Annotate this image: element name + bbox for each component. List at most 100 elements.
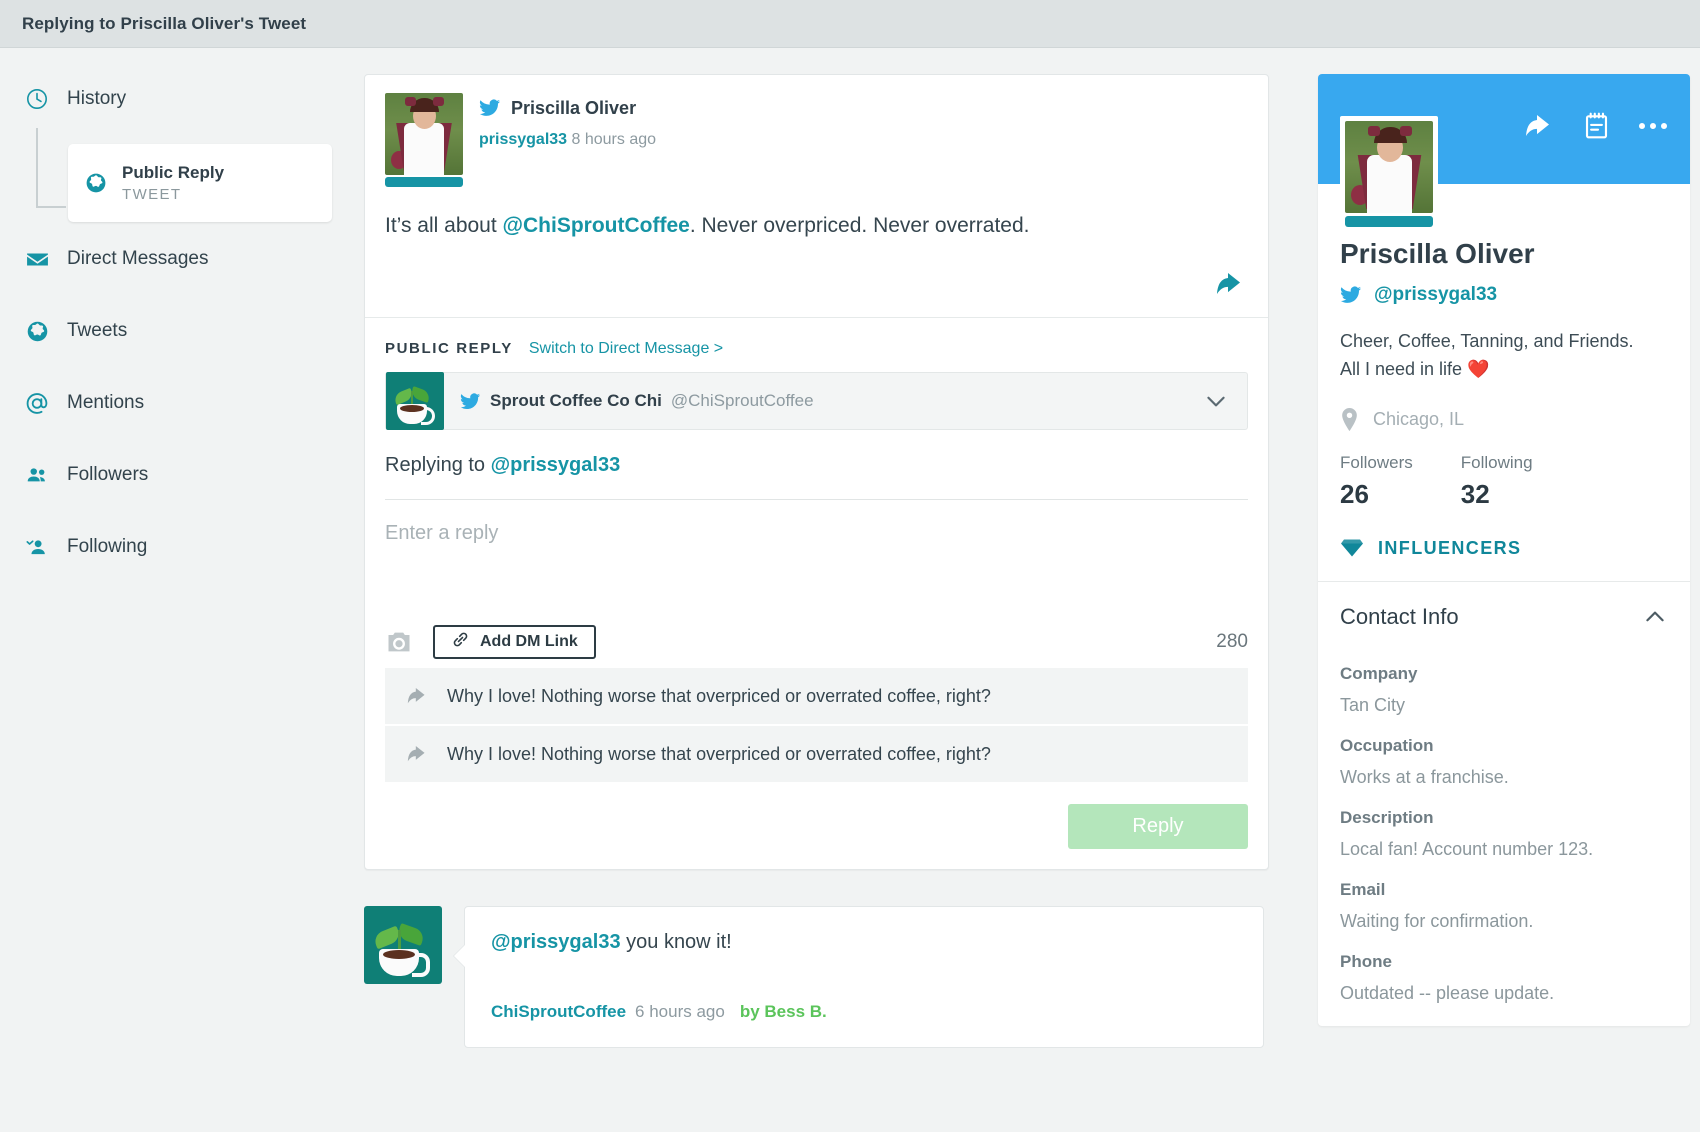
- contact-field: Phone Outdated -- please update.: [1340, 952, 1668, 1004]
- message-handle[interactable]: ChiSproutCoffee: [491, 1002, 626, 1022]
- reply-arrow-icon[interactable]: [1525, 112, 1555, 140]
- main-column: Priscilla Oliver prissygal33 8 hours ago…: [364, 48, 1318, 1132]
- profile-banner: [1318, 74, 1690, 227]
- user-check-icon: [24, 534, 50, 560]
- profile-panel: Priscilla Oliver @prissygal33 Cheer, Cof…: [1318, 48, 1700, 1132]
- profile-handle: @ChiSproutCoffee: [670, 391, 814, 411]
- contact-field-value: Outdated -- please update.: [1340, 982, 1555, 1003]
- history-children: Public Reply TWEET: [0, 126, 364, 236]
- globe-icon: [84, 171, 108, 195]
- sidebar-item-history[interactable]: History: [0, 76, 364, 122]
- tweet-meta: prissygal33 8 hours ago: [479, 131, 656, 149]
- contact-field: Description Local fan! Account number 12…: [1340, 808, 1668, 860]
- clock-icon: [24, 86, 50, 112]
- notes-icon[interactable]: [1583, 112, 1610, 140]
- profile-avatar[interactable]: [1340, 116, 1438, 227]
- following-label: Following: [1460, 452, 1533, 472]
- sidebar-item-following[interactable]: Following: [0, 524, 364, 570]
- reply-composer: PUBLIC REPLY Switch to Direct Message >: [365, 318, 1268, 869]
- reply-input[interactable]: Enter a reply: [385, 500, 1248, 618]
- avatar-photo: [385, 93, 463, 175]
- chevron-up-icon[interactable]: [1642, 604, 1668, 630]
- sending-profile-name: Sprout Coffee Co Chi @ChiSproutCoffee: [460, 391, 814, 412]
- followers-stat[interactable]: Followers 26: [1340, 453, 1413, 510]
- sidebar-item-public-reply[interactable]: Public Reply TWEET: [68, 144, 332, 222]
- contact-field-value: Local fan! Account number 123.: [1340, 838, 1594, 859]
- message-bubble: @prissygal33 you know it! ChiSproutCoffe…: [464, 906, 1264, 1049]
- tweet-mention-link[interactable]: @ChiSproutCoffee: [503, 214, 690, 237]
- network-bar: [1345, 216, 1433, 227]
- influencers-tag[interactable]: INFLUENCERS: [1340, 538, 1668, 559]
- profile-actions: [1525, 112, 1668, 140]
- composer-footer: Reply: [385, 782, 1248, 850]
- replying-to-prefix: Replying to: [385, 454, 491, 477]
- contact-field-label: Company: [1340, 663, 1418, 683]
- profile-bio-line-2: All I need in life ❤️: [1340, 358, 1490, 379]
- contact-info-header[interactable]: Contact Info: [1318, 582, 1690, 636]
- chevron-down-icon[interactable]: [1203, 388, 1229, 414]
- tweet-identity: Priscilla Oliver prissygal33 8 hours ago: [479, 93, 656, 187]
- tree-elbow: [36, 128, 66, 208]
- tweet-timestamp: 8 hours ago: [571, 131, 657, 148]
- page-title: Replying to Priscilla Oliver's Tweet: [22, 13, 307, 33]
- profile-display-name: Sprout Coffee Co Chi: [490, 391, 662, 411]
- profile-name: Priscilla Oliver: [1340, 238, 1535, 269]
- sidebar-item-mentions[interactable]: Mentions: [0, 380, 364, 426]
- reply-arrow-icon[interactable]: [1216, 270, 1246, 303]
- sidebar-item-label: Mentions: [67, 392, 145, 413]
- following-stat[interactable]: Following 32: [1461, 453, 1533, 510]
- profile-body: Priscilla Oliver @prissygal33 Cheer, Cof…: [1318, 184, 1690, 559]
- sending-profile-select[interactable]: Sprout Coffee Co Chi @ChiSproutCoffee: [385, 372, 1248, 431]
- message-author: by Bess B.: [739, 1002, 827, 1022]
- replying-to-handle[interactable]: @prissygal33: [491, 454, 621, 476]
- message-body: you know it!: [620, 931, 732, 954]
- contact-field-value: Waiting for confirmation.: [1340, 910, 1534, 931]
- contact-info-list: Company Tan City Occupation Works at a f…: [1318, 636, 1690, 1026]
- envelope-icon: [24, 246, 50, 272]
- contact-field-label: Description: [1340, 807, 1434, 827]
- contact-info-title: Contact Info: [1340, 603, 1459, 629]
- diamond-icon: [1340, 538, 1364, 558]
- profile-handle-row: @prissygal33: [1340, 284, 1668, 306]
- sidebar-item-label: Direct Messages: [67, 248, 209, 269]
- reply-button[interactable]: Reply: [1068, 804, 1248, 850]
- character-counter: 280: [1216, 631, 1248, 653]
- contact-field-label: Email: [1340, 879, 1386, 899]
- tweet-avatar[interactable]: [385, 93, 463, 187]
- sidebar-item-direct-messages[interactable]: Direct Messages: [0, 236, 364, 282]
- contact-field: Occupation Works at a franchise.: [1340, 736, 1668, 788]
- suggested-reply-text: Why I love! Nothing worse that overprice…: [447, 685, 991, 706]
- twitter-bird-icon: [1340, 284, 1362, 306]
- add-dm-link-label: Add DM Link: [480, 633, 578, 651]
- followers-value: 26: [1340, 478, 1369, 509]
- add-dm-link-button[interactable]: Add DM Link: [433, 625, 596, 660]
- sidebar-item-followers[interactable]: Followers: [0, 452, 364, 498]
- network-bar: [385, 177, 463, 187]
- sidebar-item-tweets[interactable]: Tweets: [0, 308, 364, 354]
- at-icon: [24, 390, 50, 416]
- tweet-header: Priscilla Oliver prissygal33 8 hours ago: [365, 75, 1268, 187]
- twitter-bird-icon: [460, 391, 481, 412]
- sidebar-item-label: Followers: [67, 464, 149, 485]
- suggested-reply-item[interactable]: Why I love! Nothing worse that overprice…: [385, 668, 1248, 725]
- more-options-icon[interactable]: [1638, 121, 1668, 131]
- suggested-reply-text: Why I love! Nothing worse that overprice…: [447, 743, 991, 764]
- page-shell: History Public Reply TWEET Direct Messag…: [0, 48, 1700, 1132]
- contact-field: Email Waiting for confirmation.: [1340, 880, 1668, 932]
- profile-handle[interactable]: @prissygal33: [1374, 284, 1497, 306]
- camera-icon[interactable]: [385, 629, 413, 655]
- switch-to-dm-link[interactable]: Switch to Direct Message >: [529, 340, 723, 358]
- reply-arrow-icon: [407, 686, 429, 706]
- message-meta: ChiSproutCoffee 6 hours ago by Bess B.: [491, 1002, 1237, 1022]
- message-mention-link[interactable]: @prissygal33: [491, 931, 621, 953]
- composer-mode-label: PUBLIC REPLY: [385, 340, 513, 358]
- suggested-reply-item[interactable]: Why I love! Nothing worse that overprice…: [385, 726, 1248, 783]
- users-icon: [24, 462, 50, 488]
- contact-field-label: Occupation: [1340, 735, 1434, 755]
- influencers-label: INFLUENCERS: [1378, 537, 1522, 558]
- tweet-handle[interactable]: prissygal33: [479, 131, 567, 148]
- profile-location-text: Chicago, IL: [1373, 408, 1465, 429]
